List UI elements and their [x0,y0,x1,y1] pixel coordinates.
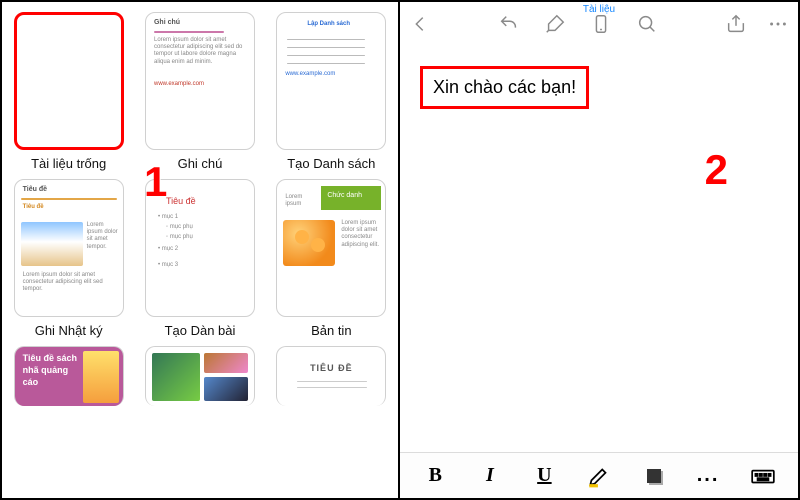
underline-button[interactable]: U [524,459,564,493]
chevron-left-icon [409,13,431,35]
ellipsis-icon [767,13,789,35]
device-icon [590,13,612,35]
template-label: Tạo Danh sách [287,156,375,171]
template-label: Ghi chú [178,156,223,171]
format-toolbar: B I U ... [400,452,798,498]
typed-text-highlight: Xin chào các bạn! [420,66,589,109]
template-picker-pane: Tài liệu trống Ghi chú Lorem ipsum dolor… [2,2,400,498]
template-thumb-notes: Ghi chú Lorem ipsum dolor sit amet conse… [145,12,255,150]
template-list[interactable]: Lập Danh sách www.example.com Tạo Danh s… [273,12,390,171]
template-thumb-journal: Tiêu đề Tiêu đề Lorem ipsum dolor sit am… [14,179,124,317]
template-thumb-blank [14,12,124,150]
template-thumb-row3-c: TIÊU ĐỀ [276,346,386,406]
template-label: Tạo Dàn bài [165,323,236,338]
template-row3-c[interactable]: TIÊU ĐỀ [273,346,390,406]
highlighter-icon [586,463,612,489]
share-button[interactable] [724,12,748,36]
brush-button[interactable] [543,12,567,36]
device-button[interactable] [589,12,613,36]
highlight-button[interactable] [579,459,619,493]
callout-step-2: 2 [705,146,728,194]
template-blank[interactable]: Tài liệu trống [10,12,127,171]
brush-icon [544,13,566,35]
template-thumb-row3-b [145,346,255,406]
template-newsletter[interactable]: Chức danh Lorem ipsum Lorem ipsum dolor … [273,179,390,338]
template-label: Ghi Nhật ký [35,323,103,338]
callout-step-1: 1 [144,158,167,206]
typed-text: Xin chào các bạn! [433,77,576,97]
template-notes[interactable]: Ghi chú Lorem ipsum dolor sit amet conse… [141,12,258,171]
template-book-ad[interactable]: Tiêu đề sách nhã quảng cáo [10,346,127,406]
editor-canvas[interactable]: Xin chào các bạn! 2 [400,46,798,452]
template-row3-b[interactable] [141,346,258,406]
template-journal[interactable]: Tiêu đề Tiêu đề Lorem ipsum dolor sit am… [10,179,127,338]
color-button[interactable] [634,459,674,493]
keyboard-icon [750,463,776,489]
doc-breadcrumb: Tài liệu [583,4,615,15]
color-swatch-icon [647,469,661,483]
template-thumb-book-ad: Tiêu đề sách nhã quảng cáo [14,346,124,406]
search-button[interactable] [635,12,659,36]
more-button[interactable] [766,12,790,36]
back-button[interactable] [408,12,432,36]
template-label: Bản tin [311,323,351,338]
template-gallery: Tài liệu trống Ghi chú Lorem ipsum dolor… [2,2,398,406]
template-label: Tài liệu trống [31,156,106,171]
italic-button[interactable]: I [470,459,510,493]
undo-button[interactable] [497,12,521,36]
undo-icon [498,13,520,35]
share-icon [725,13,747,35]
search-icon [636,13,658,35]
template-thumb-newsletter: Chức danh Lorem ipsum Lorem ipsum dolor … [276,179,386,317]
template-thumb-list: Lập Danh sách www.example.com [276,12,386,150]
more-format-button[interactable]: ... [688,459,728,493]
editor-pane: Tài liệu [400,2,798,498]
bold-button[interactable]: B [415,459,455,493]
keyboard-button[interactable] [743,459,783,493]
